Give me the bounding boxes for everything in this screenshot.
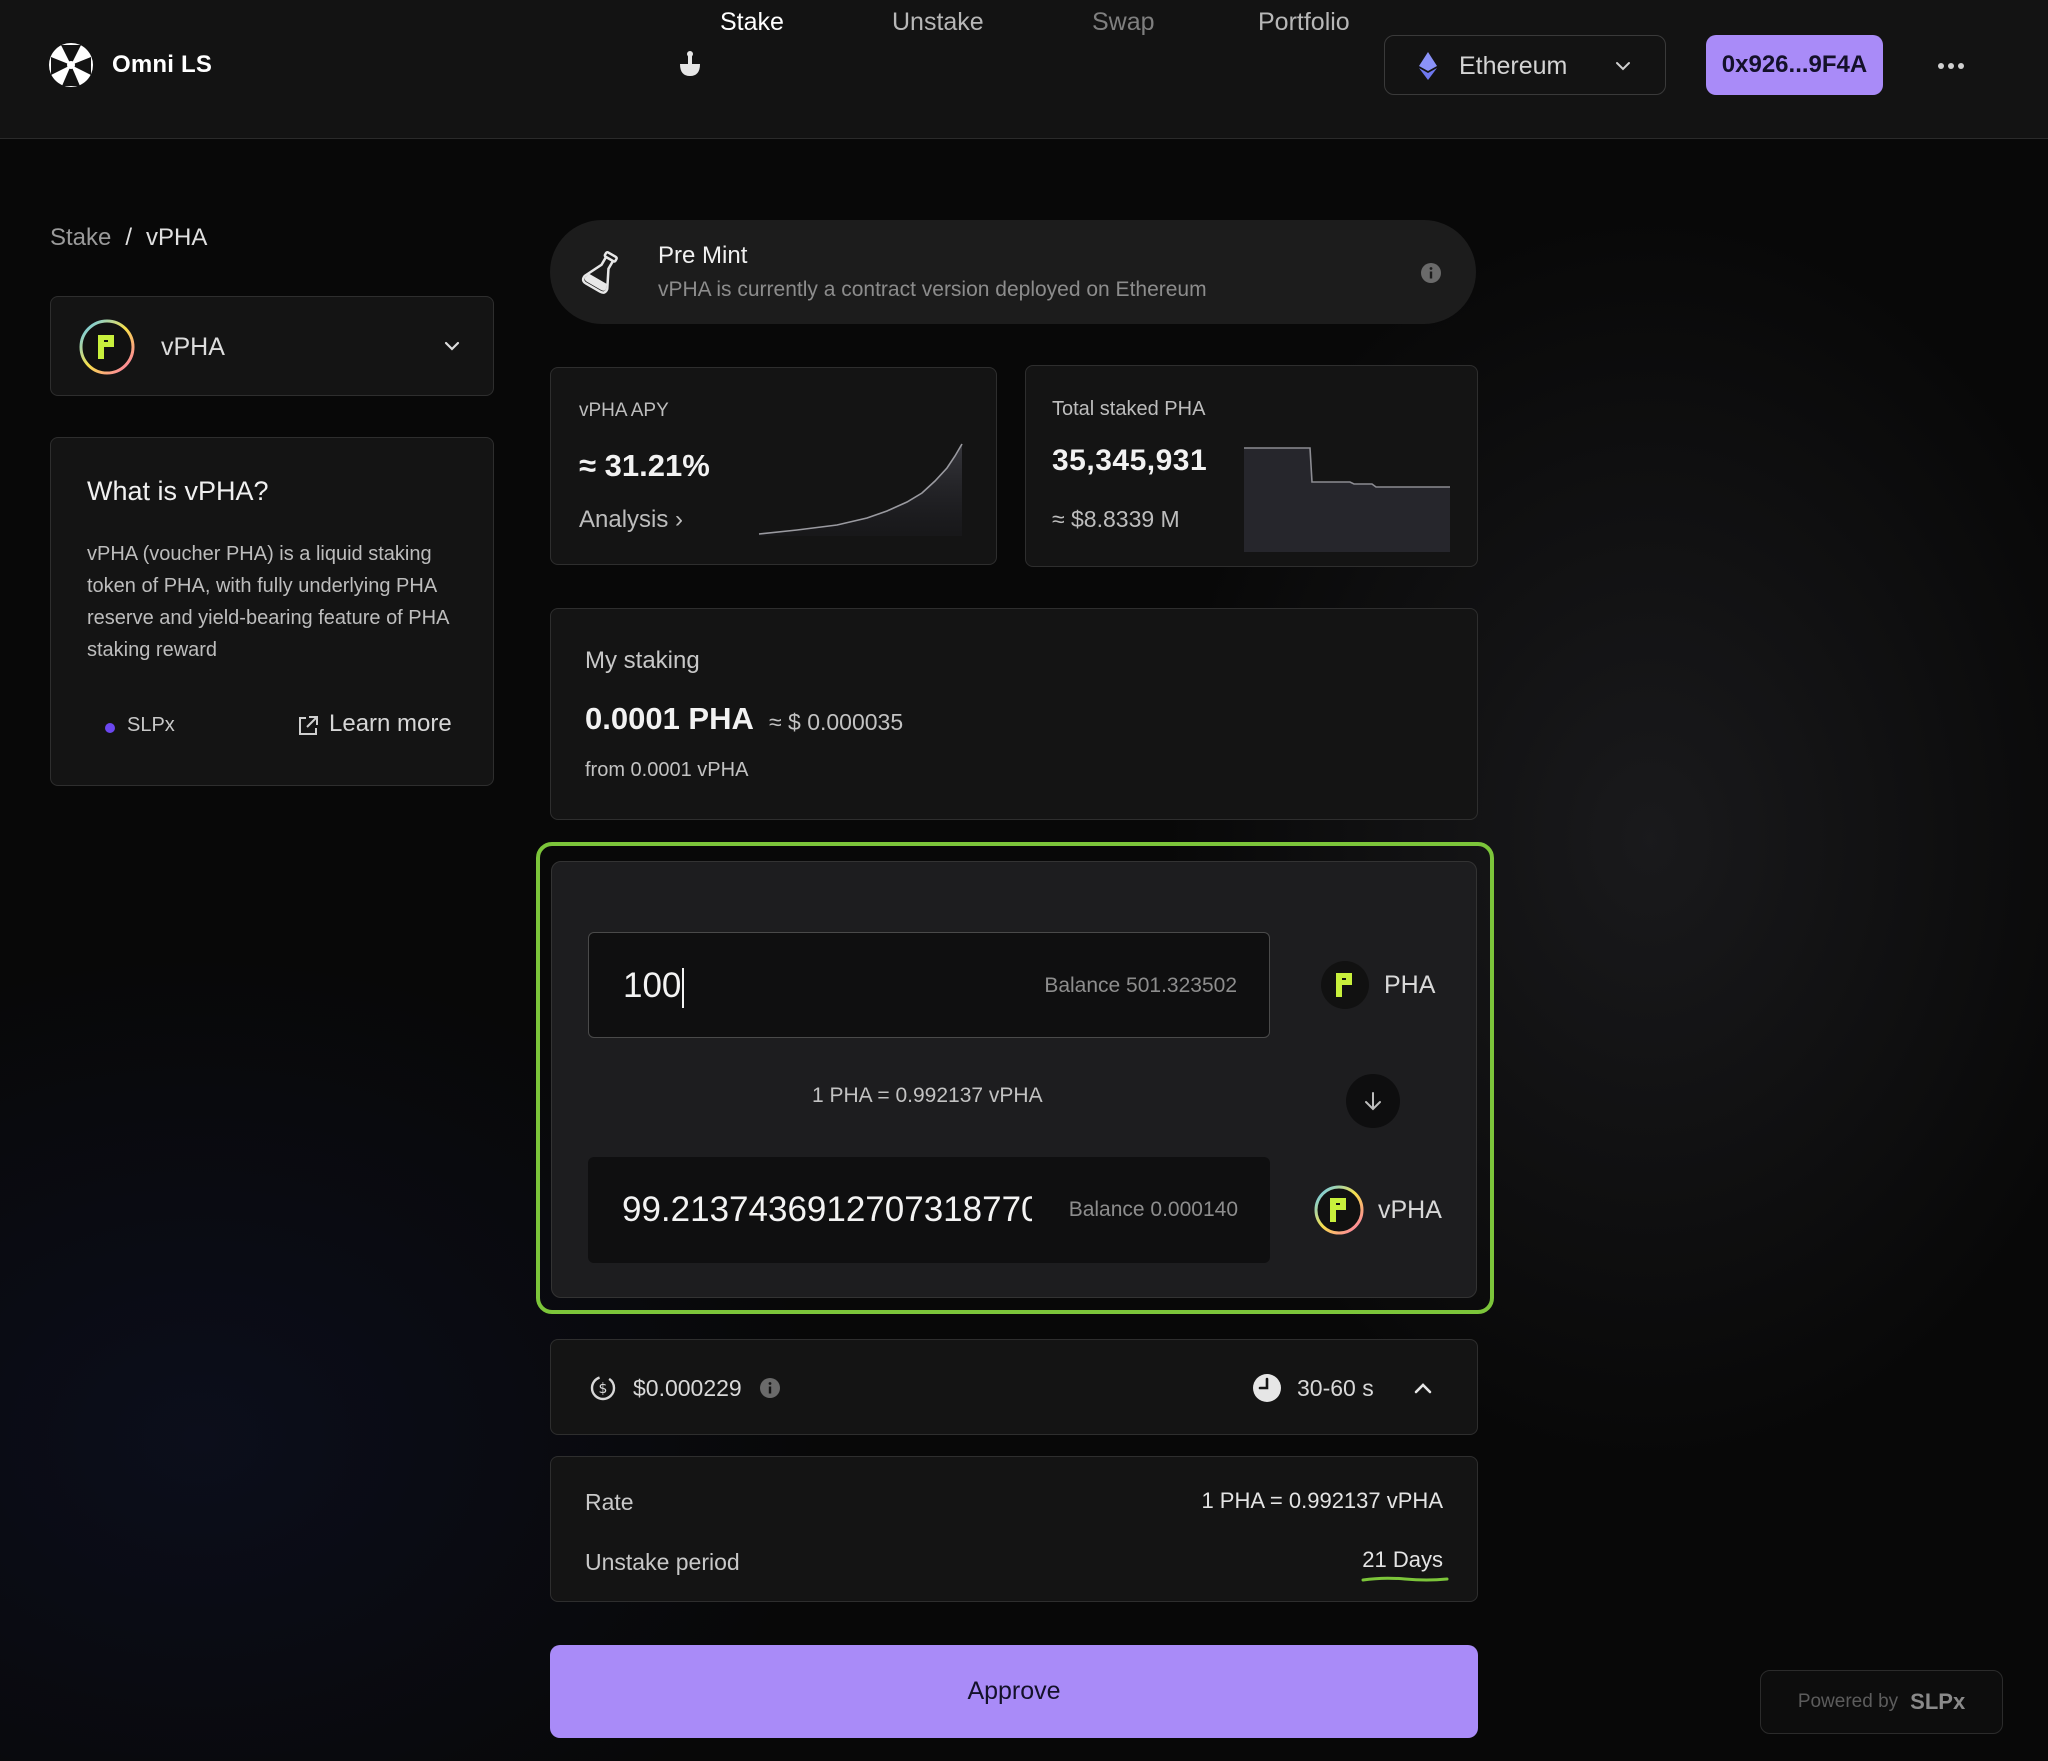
nav-stake[interactable]: Stake (720, 0, 784, 44)
wallet-address-button[interactable]: 0x926...9F4A (1706, 35, 1883, 95)
apy-label: vPHA APY (579, 400, 669, 421)
token-selector-label: vPHA (161, 333, 225, 361)
network-label: Ethereum (1459, 52, 1568, 80)
estimated-time: 30-60 s (1297, 1375, 1374, 1401)
my-staking-label: My staking (585, 647, 700, 674)
arrow-down-icon (1365, 1092, 1381, 1111)
info-title: What is vPHA? (87, 476, 269, 506)
external-link-icon (299, 716, 318, 735)
rate-label: Rate (585, 1489, 634, 1515)
vpha-token-icon (79, 319, 135, 375)
slpx-tag: SLPx (127, 714, 175, 736)
vpha-token-icon (1314, 1185, 1364, 1235)
chevron-down-icon (1616, 62, 1630, 71)
pha-token-icon (1321, 961, 1369, 1009)
input-balance: Balance 501.323502 (1044, 974, 1237, 997)
swap-panel: 100 Balance 501.323502 PHA 1 PHA = 0.992… (551, 861, 1477, 1298)
flask-icon (581, 250, 618, 294)
omni-logo-icon (49, 43, 93, 87)
powered-by-brand: SLPx (1910, 1689, 1966, 1714)
my-staking-usd: ≈ $ 0.000035 (769, 709, 904, 735)
chevron-down-icon (444, 341, 460, 351)
premint-title: Pre Mint (658, 242, 748, 269)
output-token: vPHA (1314, 1185, 1442, 1235)
apy-sparkline (758, 443, 963, 536)
output-token-label: vPHA (1378, 1195, 1442, 1224)
analysis-link[interactable]: Analysis › (579, 506, 683, 534)
info-description: vPHA (voucher PHA) is a liquid staking t… (87, 543, 449, 661)
total-staked-value: 35,345,931 (1052, 444, 1208, 477)
receive-output-value: 99.21374369127073187701 (622, 1190, 1032, 1229)
my-staking-from: from 0.0001 vPHA (585, 759, 749, 781)
info-icon[interactable] (1420, 262, 1442, 284)
approve-button[interactable]: Approve (550, 1645, 1478, 1738)
premint-subtitle: vPHA is currently a contract version dep… (658, 278, 1207, 301)
exchange-rate: 1 PHA = 0.992137 vPHA (812, 1084, 1043, 1107)
nav-portfolio[interactable]: Portfolio (1258, 0, 1350, 44)
apy-value: ≈ 31.21% (579, 448, 710, 483)
stake-icon (680, 51, 700, 76)
clock-icon (1253, 1374, 1281, 1402)
info-icon[interactable] (759, 1377, 781, 1399)
my-staking-amount: 0.0001 PHA (585, 701, 754, 736)
gas-icon: $ (590, 1375, 616, 1401)
learn-more-link[interactable]: Learn more (329, 710, 452, 738)
apy-card: vPHA APY ≈ 31.21% Analysis › (550, 367, 997, 565)
fee-amount: $0.000229 (633, 1375, 742, 1401)
receive-output: 99.21374369127073187701 Balance 0.000140 (588, 1157, 1270, 1263)
breadcrumb-current: vPHA (146, 224, 208, 251)
total-staked-usd: ≈ $8.8339 M (1052, 506, 1180, 532)
brand-logo[interactable]: Omni LS (48, 42, 212, 88)
breadcrumb: Stake / vPHA (50, 224, 207, 252)
brand-name: Omni LS (112, 51, 213, 78)
rate-value: 1 PHA = 0.992137 vPHA (1201, 1488, 1443, 1513)
token-info-card: What is vPHA? vPHA (voucher PHA) is a li… (50, 437, 494, 786)
premint-banner: Pre Mint vPHA is currently a contract ve… (550, 220, 1476, 324)
fee-bar[interactable]: $ $0.000229 30-60 s (550, 1339, 1478, 1435)
nav-unstake[interactable]: Unstake (892, 0, 984, 44)
ethereum-icon (1419, 52, 1437, 80)
input-token-label: PHA (1384, 970, 1436, 999)
nav-swap[interactable]: Swap (1092, 0, 1155, 44)
amount-input-value[interactable]: 100 (623, 933, 685, 1039)
network-selector[interactable]: Ethereum (1384, 35, 1666, 95)
unstake-period-label: Unstake period (585, 1549, 740, 1575)
chevron-up-icon[interactable] (1411, 1376, 1435, 1400)
more-icon[interactable] (1934, 54, 1968, 78)
amount-input[interactable]: 100 Balance 501.323502 (588, 932, 1270, 1038)
output-balance: Balance 0.000140 (1060, 1157, 1238, 1263)
details-card: Rate 1 PHA = 0.992137 vPHA Unstake perio… (550, 1456, 1478, 1602)
top-navbar: Omni LS Stake Unstake Swap Portfolio Eth… (0, 0, 2048, 139)
my-staking-card: My staking 0.0001 PHA ≈ $ 0.000035 from … (550, 608, 1478, 820)
highlight-underline (1361, 1576, 1449, 1582)
powered-by-badge[interactable]: Powered by SLPx (1760, 1670, 2003, 1734)
token-selector[interactable]: vPHA (50, 296, 494, 396)
slpx-dot (105, 723, 115, 733)
total-staked-sparkline (1244, 447, 1450, 552)
breadcrumb-root[interactable]: Stake (50, 224, 111, 252)
total-staked-card: Total staked PHA 35,345,931 ≈ $8.8339 M (1025, 365, 1478, 567)
input-token: PHA (1320, 960, 1435, 1010)
svg-text:$: $ (599, 1381, 608, 1397)
powered-by-label: Powered by (1797, 1691, 1899, 1712)
total-staked-label: Total staked PHA (1052, 398, 1206, 420)
unstake-period-value: 21 Days (1362, 1547, 1443, 1572)
swap-direction-button[interactable] (1346, 1074, 1400, 1128)
breadcrumb-separator: / (125, 224, 133, 251)
